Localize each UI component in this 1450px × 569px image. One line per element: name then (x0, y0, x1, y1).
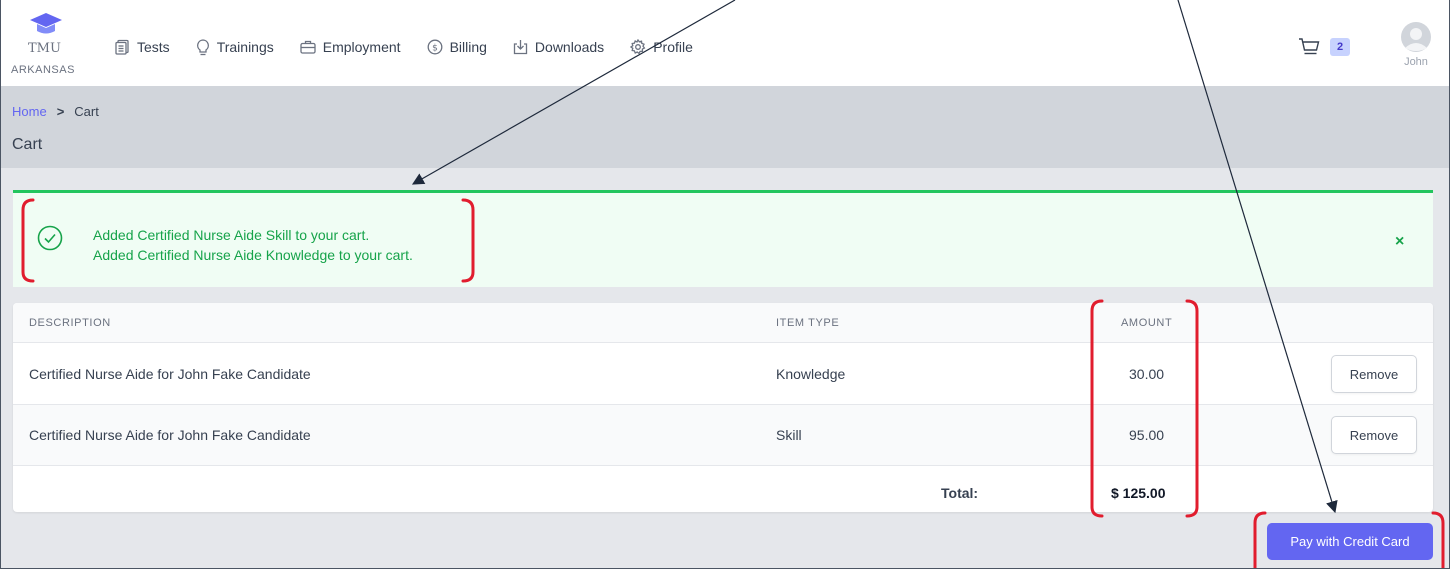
user-menu[interactable]: John (1391, 22, 1441, 68)
alert-message: Added Certified Nurse Aide Knowledge to … (93, 247, 413, 263)
svg-text:$: $ (432, 44, 438, 54)
row-amount: 30.00 (1129, 366, 1165, 382)
row-description: Certified Nurse Aide for John Fake Candi… (29, 366, 311, 382)
nav-item-trainings[interactable]: Trainings (196, 37, 274, 57)
avatar-icon (1401, 22, 1431, 52)
nav-item-tests[interactable]: Tests (115, 37, 170, 57)
table-row: Certified Nurse Aide for John Fake Candi… (13, 344, 1433, 405)
nav-label-employment: Employment (322, 39, 401, 55)
total-value: $ 125.00 (1111, 485, 1166, 501)
nav-item-downloads[interactable]: Downloads (513, 37, 604, 57)
column-header-description: DESCRIPTION (29, 317, 111, 329)
nav-item-employment[interactable]: Employment (300, 37, 401, 57)
row-item-type: Skill (776, 427, 802, 443)
page-title: Cart (12, 136, 43, 153)
cart-count-badge: 2 (1330, 38, 1351, 56)
user-name: John (1404, 56, 1428, 68)
table-header: DESCRIPTION ITEM TYPE AMOUNT (13, 303, 1433, 343)
nav-label-tests: Tests (137, 39, 170, 55)
breadcrumb-home-link[interactable]: Home (12, 104, 47, 119)
check-circle-icon (37, 225, 63, 251)
breadcrumb: Home > Cart (12, 104, 99, 119)
row-description: Certified Nurse Aide for John Fake Candi… (29, 427, 311, 443)
nav-item-profile[interactable]: Profile (630, 37, 693, 57)
row-amount: 95.00 (1129, 427, 1165, 443)
pay-with-credit-card-button[interactable]: Pay with Credit Card (1267, 523, 1433, 560)
cart-icon (1299, 38, 1320, 55)
alert-close-button[interactable]: × (1395, 233, 1404, 251)
gear-icon (630, 39, 646, 55)
row-item-type: Knowledge (776, 366, 846, 382)
column-header-item-type: ITEM TYPE (776, 317, 840, 329)
cart-button[interactable]: 2 (1298, 37, 1351, 57)
main-nav: Tests Trainings Employment $ Billing Dow… (115, 37, 719, 57)
nav-label-profile: Profile (653, 39, 693, 55)
breadcrumb-current: Cart (74, 104, 99, 119)
cart-table: DESCRIPTION ITEM TYPE AMOUNT Certified N… (13, 303, 1433, 512)
top-navbar: TMU ARKANSAS Tests Trainings Employment … (1, 0, 1449, 87)
remove-button[interactable]: Remove (1331, 416, 1417, 454)
briefcase-icon (300, 40, 316, 54)
nav-item-billing[interactable]: $ Billing (427, 37, 487, 57)
nav-label-trainings: Trainings (216, 39, 274, 55)
download-icon (513, 40, 528, 55)
alert-messages: Added Certified Nurse Aide Skill to your… (93, 225, 413, 265)
breadcrumb-separator: > (56, 104, 65, 119)
column-header-amount: AMOUNT (1121, 317, 1173, 329)
success-alert: Added Certified Nurse Aide Skill to your… (13, 190, 1433, 287)
graduation-cap-icon (30, 13, 62, 34)
annotation-bracket-left (1253, 511, 1267, 568)
annotation-bracket-right (1431, 511, 1445, 568)
lightbulb-icon (196, 38, 209, 55)
alert-message: Added Certified Nurse Aide Skill to your… (93, 227, 370, 243)
dollar-circle-icon: $ (427, 39, 443, 55)
remove-button[interactable]: Remove (1331, 355, 1417, 393)
brand-state: ARKANSAS (11, 64, 75, 76)
total-label: Total: (941, 485, 979, 501)
nav-label-downloads: Downloads (534, 39, 605, 55)
table-row: Certified Nurse Aide for John Fake Candi… (13, 405, 1433, 466)
brand-name: TMU (28, 41, 61, 56)
page-header: Home > Cart Cart (1, 87, 1449, 168)
brand-logo[interactable]: TMU ARKANSAS (11, 12, 91, 82)
app-window: TMU ARKANSAS Tests Trainings Employment … (0, 0, 1450, 569)
nav-label-billing: Billing (449, 39, 487, 55)
document-icon (115, 39, 129, 55)
